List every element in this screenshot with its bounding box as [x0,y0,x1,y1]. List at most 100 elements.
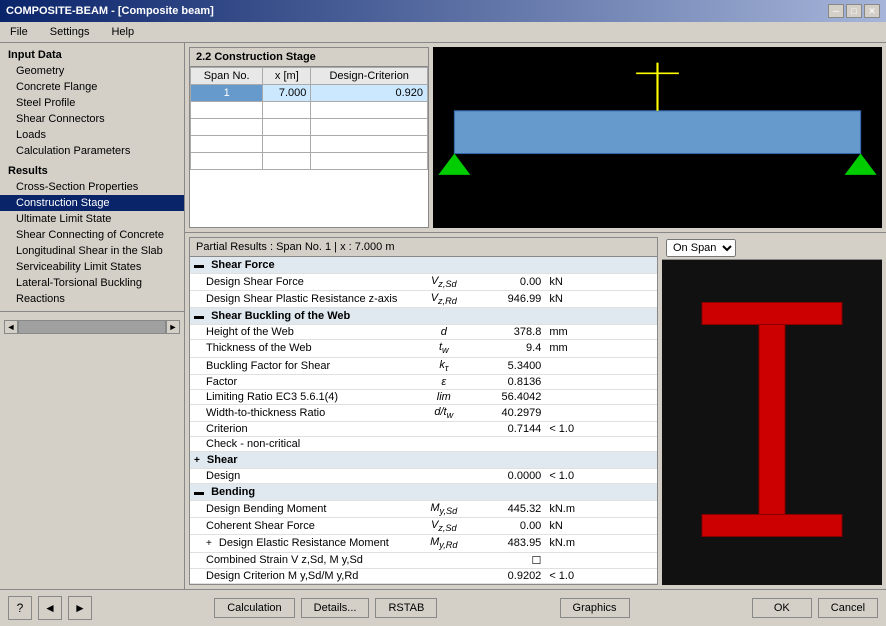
group-shear-force: ▬ Shear Force [190,257,657,274]
row-criterion [586,468,657,483]
close-button[interactable]: ✕ [864,4,880,18]
row-value: 0.00 [474,518,545,535]
row-label: Coherent Shear Force [190,518,413,535]
sidebar-item-cross-section[interactable]: Cross-Section Properties [0,179,184,195]
row-unit: kN.m [545,500,586,517]
row-label: Thickness of the Web [190,340,413,357]
row-value [474,436,545,451]
help-icon-btn[interactable]: ? [8,596,32,620]
sidebar-item-calc-params[interactable]: Calculation Parameters [0,143,184,159]
xsection-panel: On Span [662,237,882,585]
sidebar-item-reactions[interactable]: Reactions [0,291,184,307]
row-label: Design Shear Force [190,274,413,291]
list-item: Criterion 0.7144 < 1.0 [190,421,657,436]
scroll-left-btn[interactable]: ◄ [4,320,18,334]
row-unit: kN [545,291,586,308]
row-symbol [413,468,474,483]
sidebar-item-shear-connectors[interactable]: Shear Connectors [0,111,184,127]
sidebar-item-shear-connecting[interactable]: Shear Connecting of Concrete [0,227,184,243]
expand-elastic-resistance-icon[interactable]: + [206,538,212,549]
back-icon-btn[interactable]: ◄ [38,596,62,620]
sidebar-item-concrete-flange[interactable]: Concrete Flange [0,79,184,95]
expand-shear-buckling-icon[interactable]: ▬ [194,311,204,322]
row-label: Width-to-thickness Ratio [190,404,413,421]
expand-shear-icon[interactable]: + [194,455,200,466]
row-criterion [586,436,657,451]
on-span-dropdown[interactable]: On Span [666,239,736,257]
cell-span: 1 [191,85,263,102]
row-symbol [413,568,474,583]
sidebar-item-longitudinal-shear[interactable]: Longitudinal Shear in the Slab [0,243,184,259]
row-label: Design Criterion M y,Sd/M y,Rd [190,568,413,583]
input-data-header: Input Data [0,47,184,63]
ok-button[interactable]: OK [752,598,812,618]
row-unit: mm [545,325,586,340]
sidebar-item-ultimate-limit[interactable]: Ultimate Limit State [0,211,184,227]
menu-settings[interactable]: Settings [44,24,96,40]
group-shear-force-label: Shear Force [211,259,275,271]
expand-bending-icon[interactable]: ▬ [194,487,204,498]
row-symbol [413,436,474,451]
row-value: 483.95 [474,535,545,552]
row-label: Buckling Factor for Shear [190,357,413,374]
menu-file[interactable]: File [4,24,34,40]
row-symbol: My,Rd [413,535,474,552]
forward-icon-btn[interactable]: ► [68,596,92,620]
row-label: Check - non-critical [190,436,413,451]
row-unit: < 1.0 [545,468,586,483]
sidebar-item-loads[interactable]: Loads [0,127,184,143]
beam-svg [433,47,882,228]
sidebar-item-steel-profile[interactable]: Steel Profile [0,95,184,111]
row-value: 56.4042 [474,389,545,404]
graphics-button[interactable]: Graphics [560,598,630,618]
row-unit [545,389,586,404]
row-label: Design Bending Moment [190,500,413,517]
row-symbol [413,552,474,568]
row-value: ☐ [474,552,545,568]
title-bar: COMPOSITE-BEAM - [Composite beam] ─ □ ✕ [0,0,886,22]
sidebar-item-serviceability[interactable]: Serviceability Limit States [0,259,184,275]
row-criterion [586,500,657,517]
row-unit: kN [545,518,586,535]
minimize-button[interactable]: ─ [828,4,844,18]
details-button[interactable]: Details... [301,598,370,618]
row-unit: < 1.0 [545,421,586,436]
group-shear-buckling-label: Shear Buckling of the Web [211,310,350,322]
rstab-button[interactable]: RSTAB [375,598,437,618]
table-row-empty-3 [191,136,428,153]
list-item: Coherent Shear Force Vz,Sd 0.00 kN [190,518,657,535]
row-value: 0.00 [474,274,545,291]
row-unit: < 1.0 [545,568,586,583]
steel-section-svg [662,260,882,585]
row-symbol: d/tw [413,404,474,421]
row-unit: kN [545,274,586,291]
table-row-empty-1 [191,102,428,119]
cancel-button[interactable]: Cancel [818,598,878,618]
row-criterion [586,421,657,436]
row-symbol: d [413,325,474,340]
row-value: 445.32 [474,500,545,517]
table-row[interactable]: 1 7.000 0.920 [191,85,428,102]
row-value: 0.7144 [474,421,545,436]
calculation-button[interactable]: Calculation [214,598,294,618]
sidebar-item-geometry[interactable]: Geometry [0,63,184,79]
window-title: COMPOSITE-BEAM - [Composite beam] [6,5,214,17]
sidebar-item-lateral-torsional[interactable]: Lateral-Torsional Buckling [0,275,184,291]
menu-help[interactable]: Help [105,24,140,40]
row-label: Factor [190,374,413,389]
row-unit: mm [545,340,586,357]
row-symbol: ε [413,374,474,389]
expand-shear-force-icon[interactable]: ▬ [194,260,204,271]
list-item: + Design Elastic Resistance Moment My,Rd… [190,535,657,552]
cell-criterion: 0.920 [311,85,428,102]
row-unit [545,436,586,451]
group-shear: + Shear [190,451,657,468]
list-item: Thickness of the Web tw 9.4 mm [190,340,657,357]
row-criterion [586,518,657,535]
scroll-right-btn[interactable]: ► [166,320,180,334]
results-header: Partial Results : Span No. 1 | x : 7.000… [190,238,657,257]
row-unit: kN.m [545,535,586,552]
maximize-button[interactable]: □ [846,4,862,18]
sidebar-item-construction-stage[interactable]: Construction Stage [0,195,184,211]
row-criterion [586,357,657,374]
